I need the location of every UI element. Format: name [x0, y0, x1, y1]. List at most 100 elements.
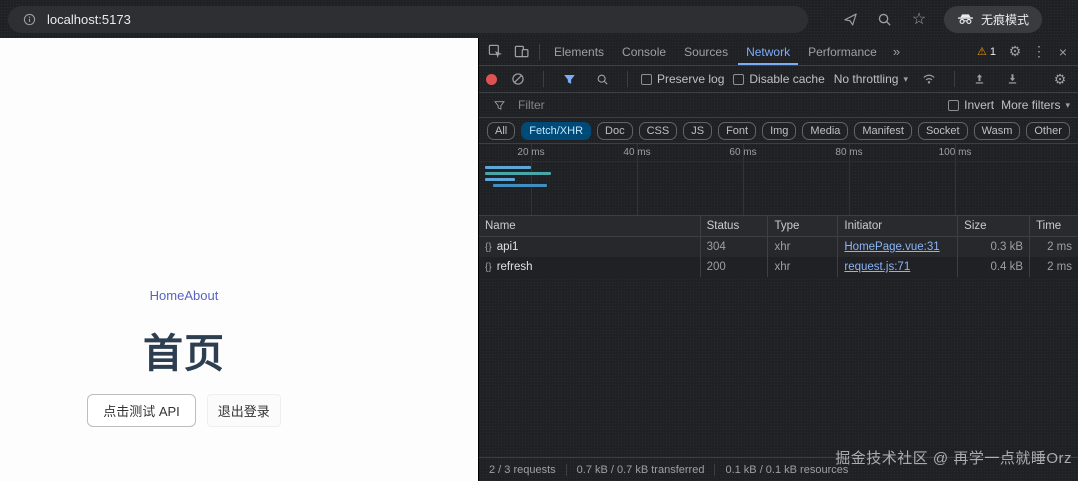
column-header-time[interactable]: Time [1030, 216, 1078, 236]
throttling-value: No throttling [834, 72, 899, 86]
request-type: xhr [768, 237, 838, 257]
chip-css[interactable]: CSS [639, 122, 678, 140]
tick-label: 80 ms [835, 147, 862, 158]
request-status: 200 [701, 257, 769, 277]
chip-font[interactable]: Font [718, 122, 756, 140]
nav-link-home[interactable]: Home [150, 288, 185, 303]
network-conditions-icon[interactable] [917, 67, 941, 91]
column-header-type[interactable]: Type [768, 216, 838, 236]
logout-button[interactable]: 退出登录 [207, 394, 281, 427]
filter-funnel-icon [487, 93, 511, 117]
chip-other[interactable]: Other [1026, 122, 1070, 140]
initiator-link[interactable]: request.js:71 [844, 261, 910, 273]
chip-media[interactable]: Media [802, 122, 848, 140]
url-text: localhost:5173 [47, 12, 131, 27]
router-nav: HomeAbout [0, 288, 368, 303]
request-size: 0.4 kB [958, 257, 1030, 277]
more-tabs-icon[interactable]: » [887, 44, 906, 59]
request-initiator-cell: HomePage.vue:31 [838, 237, 958, 257]
devtools-close-icon[interactable]: × [1052, 44, 1074, 60]
filter-input[interactable] [518, 98, 941, 112]
request-row[interactable]: {} refresh 200 xhr request.js:71 0.4 kB … [479, 257, 1078, 277]
column-header-status[interactable]: Status [701, 216, 769, 236]
column-header-name[interactable]: Name [479, 216, 701, 236]
preserve-log-checkbox[interactable]: Preserve log [641, 72, 724, 86]
device-toolbar-icon[interactable] [509, 40, 533, 64]
overview-activity-bar [493, 184, 547, 187]
ruler-line [479, 161, 1078, 162]
web-page: HomeAbout 首页 点击测试 API 退出登录 [0, 38, 478, 481]
toolbar-icons: ☆ 无痕模式 [842, 6, 1042, 33]
divider [954, 71, 955, 87]
tab-elements[interactable]: Elements [546, 38, 612, 65]
url-bar[interactable]: localhost:5173 [8, 6, 808, 33]
requests-count: 2 / 3 requests [489, 464, 556, 476]
tab-sources[interactable]: Sources [676, 38, 736, 65]
overview-activity-bar [485, 172, 551, 175]
tick-label: 40 ms [623, 147, 650, 158]
chip-manifest[interactable]: Manifest [854, 122, 912, 140]
request-type-chips: All Fetch/XHR Doc CSS JS Font Img Media … [479, 118, 1078, 144]
inspect-element-icon[interactable] [483, 40, 507, 64]
network-overview-timeline[interactable]: 20 ms 40 ms 60 ms 80 ms 100 ms [479, 144, 1078, 216]
network-filterbar: Invert More filters ▾ [479, 93, 1078, 118]
nav-link-about[interactable]: About [184, 288, 218, 303]
bookmark-star-icon[interactable]: ☆ [910, 10, 928, 28]
network-settings-icon[interactable]: ⚙ [1049, 71, 1071, 88]
chip-js[interactable]: JS [683, 122, 712, 140]
export-har-icon[interactable] [1001, 67, 1025, 91]
checkbox-icon [733, 74, 744, 85]
disable-cache-checkbox[interactable]: Disable cache [733, 72, 824, 86]
import-har-icon[interactable] [968, 67, 992, 91]
more-filters-button[interactable]: More filters ▾ [1001, 98, 1070, 112]
incognito-label: 无痕模式 [981, 11, 1029, 28]
request-row[interactable]: {} api1 304 xhr HomePage.vue:31 0.3 kB 2… [479, 237, 1078, 257]
chip-doc[interactable]: Doc [597, 122, 633, 140]
chip-fetch-xhr[interactable]: Fetch/XHR [521, 122, 591, 140]
devtools-menu-icon[interactable]: ⋮ [1028, 43, 1050, 60]
invert-label: Invert [964, 98, 994, 112]
warning-icon: ⚠ [977, 45, 987, 58]
error-warning-badge[interactable]: ⚠ 1 [971, 45, 1002, 58]
watermark: 掘金技术社区 @ 再学一点就睡Orz [835, 447, 1072, 468]
column-header-size[interactable]: Size [958, 216, 1030, 236]
requests-empty-area [479, 277, 1078, 457]
request-name: api1 [497, 241, 519, 253]
page-title: 首页 [0, 321, 368, 379]
initiator-link[interactable]: HomePage.vue:31 [844, 241, 939, 253]
request-time: 2 ms [1030, 257, 1078, 277]
overview-activity-bar [485, 178, 515, 181]
devtools-settings-icon[interactable]: ⚙ [1004, 43, 1026, 60]
network-toolbar: Preserve log Disable cache No throttling… [479, 66, 1078, 93]
search-icon[interactable] [876, 10, 894, 28]
record-network-icon[interactable] [486, 74, 497, 85]
site-info-icon[interactable] [20, 10, 38, 28]
tab-network[interactable]: Network [738, 38, 798, 65]
invert-checkbox[interactable]: Invert [948, 98, 994, 112]
checkbox-icon [641, 74, 652, 85]
chip-all[interactable]: All [487, 122, 515, 140]
chip-img[interactable]: Img [762, 122, 796, 140]
divider [627, 71, 628, 87]
warning-count: 1 [990, 46, 996, 58]
chip-socket[interactable]: Socket [918, 122, 968, 140]
incognito-badge[interactable]: 无痕模式 [944, 6, 1042, 33]
test-api-button[interactable]: 点击测试 API [87, 394, 196, 427]
disable-cache-label: Disable cache [749, 72, 824, 86]
page-buttons: 点击测试 API 退出登录 [0, 394, 368, 427]
clear-network-icon[interactable] [506, 67, 530, 91]
divider [539, 44, 540, 60]
filter-toggle-icon[interactable] [557, 67, 581, 91]
tab-performance[interactable]: Performance [800, 38, 885, 65]
divider [543, 71, 544, 87]
request-time: 2 ms [1030, 237, 1078, 257]
chip-wasm[interactable]: Wasm [974, 122, 1021, 140]
chevron-down-icon: ▾ [903, 74, 908, 85]
share-icon[interactable] [842, 10, 860, 28]
divider [714, 464, 715, 476]
search-network-icon[interactable] [590, 67, 614, 91]
throttling-select[interactable]: No throttling ▾ [834, 72, 908, 86]
column-header-initiator[interactable]: Initiator [838, 216, 958, 236]
browser-toolbar: localhost:5173 ☆ 无痕模式 [0, 0, 1078, 38]
tab-console[interactable]: Console [614, 38, 674, 65]
